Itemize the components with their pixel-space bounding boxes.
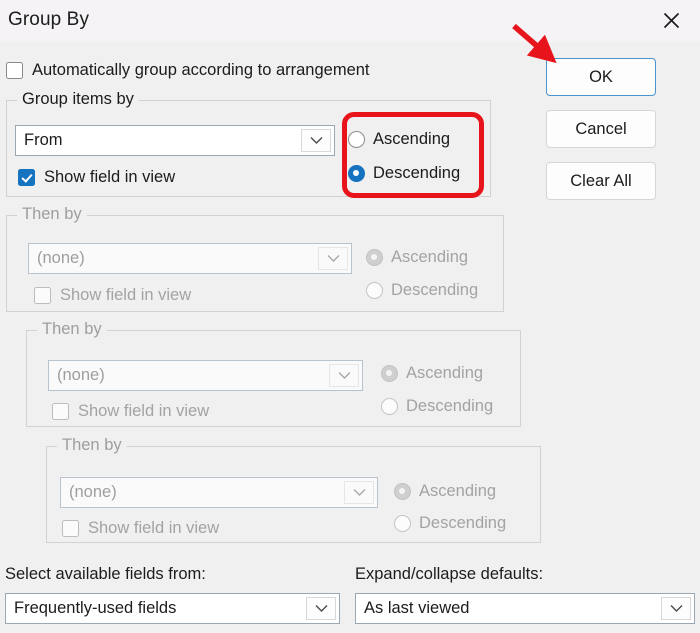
then-by-2-ascending-radio[interactable]: Ascending: [381, 364, 483, 383]
group-items-by-ascending-radio[interactable]: Ascending: [348, 130, 450, 149]
chevron-down-icon[interactable]: [661, 597, 691, 620]
radio-indicator-descending[interactable]: [348, 165, 365, 182]
chevron-down-icon[interactable]: [329, 364, 359, 387]
radio-indicator-descending[interactable]: [366, 282, 383, 299]
radio-indicator-ascending[interactable]: [348, 131, 365, 148]
close-button[interactable]: [648, 2, 694, 38]
then-by-3-show-field-row[interactable]: Show field in view: [62, 519, 219, 538]
then-by-2-legend: Then by: [37, 320, 107, 339]
then-by-1-field-value: (none): [37, 249, 85, 267]
radio-indicator-ascending[interactable]: [381, 365, 398, 382]
expand-collapse-defaults-value: As last viewed: [364, 599, 470, 617]
radio-indicator-descending[interactable]: [381, 398, 398, 415]
group-items-by-descending-label: Descending: [373, 164, 461, 182]
page-title: Group By: [8, 9, 90, 30]
select-available-fields-label: Select available fields from:: [5, 565, 206, 583]
chevron-down-icon[interactable]: [306, 597, 336, 620]
then-by-2-descending-label: Descending: [406, 397, 494, 415]
group-items-by-descending-radio[interactable]: Descending: [348, 164, 460, 183]
group-items-by-field-combobox[interactable]: From: [15, 125, 335, 156]
then-by-1-ascending-radio[interactable]: Ascending: [366, 248, 468, 267]
then-by-2-show-field-label: Show field in view: [78, 402, 210, 420]
then-by-3-field-combobox[interactable]: (none): [60, 477, 378, 508]
radio-indicator-descending[interactable]: [394, 515, 411, 532]
chevron-down-icon[interactable]: [318, 247, 348, 270]
select-available-fields-value: Frequently-used fields: [14, 599, 177, 617]
group-items-by-show-field-row[interactable]: Show field in view: [18, 168, 175, 187]
group-items-by-field-value: From: [24, 131, 63, 149]
then-by-1-ascending-label: Ascending: [391, 248, 469, 266]
then-by-3-legend: Then by: [57, 436, 127, 455]
then-by-3-show-field-checkbox[interactable]: [62, 520, 79, 537]
close-icon: [663, 12, 680, 29]
radio-indicator-ascending[interactable]: [366, 249, 383, 266]
radio-indicator-ascending[interactable]: [394, 483, 411, 500]
clear-all-button[interactable]: Clear All: [546, 162, 656, 200]
then-by-1-legend: Then by: [17, 205, 87, 224]
cancel-button[interactable]: Cancel: [546, 110, 656, 148]
then-by-3-ascending-label: Ascending: [419, 482, 497, 500]
ok-button[interactable]: OK: [546, 58, 656, 96]
then-by-3-descending-label: Descending: [419, 514, 507, 532]
then-by-3-show-field-label: Show field in view: [88, 519, 220, 537]
then-by-3-field-value: (none): [69, 483, 117, 501]
then-by-2-field-value: (none): [57, 366, 105, 384]
then-by-1-field-combobox[interactable]: (none): [28, 243, 352, 274]
then-by-1-show-field-label: Show field in view: [60, 286, 192, 304]
group-items-by-ascending-label: Ascending: [373, 130, 451, 148]
chevron-down-icon[interactable]: [301, 129, 331, 152]
auto-group-checkbox-row[interactable]: Automatically group according to arrange…: [6, 61, 370, 80]
then-by-2-show-field-row[interactable]: Show field in view: [52, 402, 209, 421]
group-items-by-show-field-checkbox[interactable]: [18, 169, 35, 186]
then-by-3-descending-radio[interactable]: Descending: [394, 514, 506, 533]
expand-collapse-defaults-label: Expand/collapse defaults:: [355, 565, 544, 583]
chevron-down-icon[interactable]: [344, 481, 374, 504]
then-by-1-descending-radio[interactable]: Descending: [366, 281, 478, 300]
group-items-by-legend: Group items by: [17, 90, 139, 109]
group-by-dialog: Group By Automatically group according t…: [0, 0, 700, 633]
then-by-2-descending-radio[interactable]: Descending: [381, 397, 493, 416]
then-by-2-ascending-label: Ascending: [406, 364, 484, 382]
then-by-1-descending-label: Descending: [391, 281, 479, 299]
auto-group-label: Automatically group according to arrange…: [32, 61, 370, 79]
group-items-by-show-field-label: Show field in view: [44, 168, 176, 186]
then-by-3-ascending-radio[interactable]: Ascending: [394, 482, 496, 501]
select-available-fields-combobox[interactable]: Frequently-used fields: [5, 593, 340, 624]
then-by-2-field-combobox[interactable]: (none): [48, 360, 363, 391]
then-by-2-show-field-checkbox[interactable]: [52, 403, 69, 420]
then-by-1-show-field-row[interactable]: Show field in view: [34, 286, 191, 305]
auto-group-checkbox[interactable]: [6, 62, 23, 79]
then-by-1-show-field-checkbox[interactable]: [34, 287, 51, 304]
title-bar: Group By: [0, 0, 700, 42]
expand-collapse-defaults-combobox[interactable]: As last viewed: [355, 593, 695, 624]
